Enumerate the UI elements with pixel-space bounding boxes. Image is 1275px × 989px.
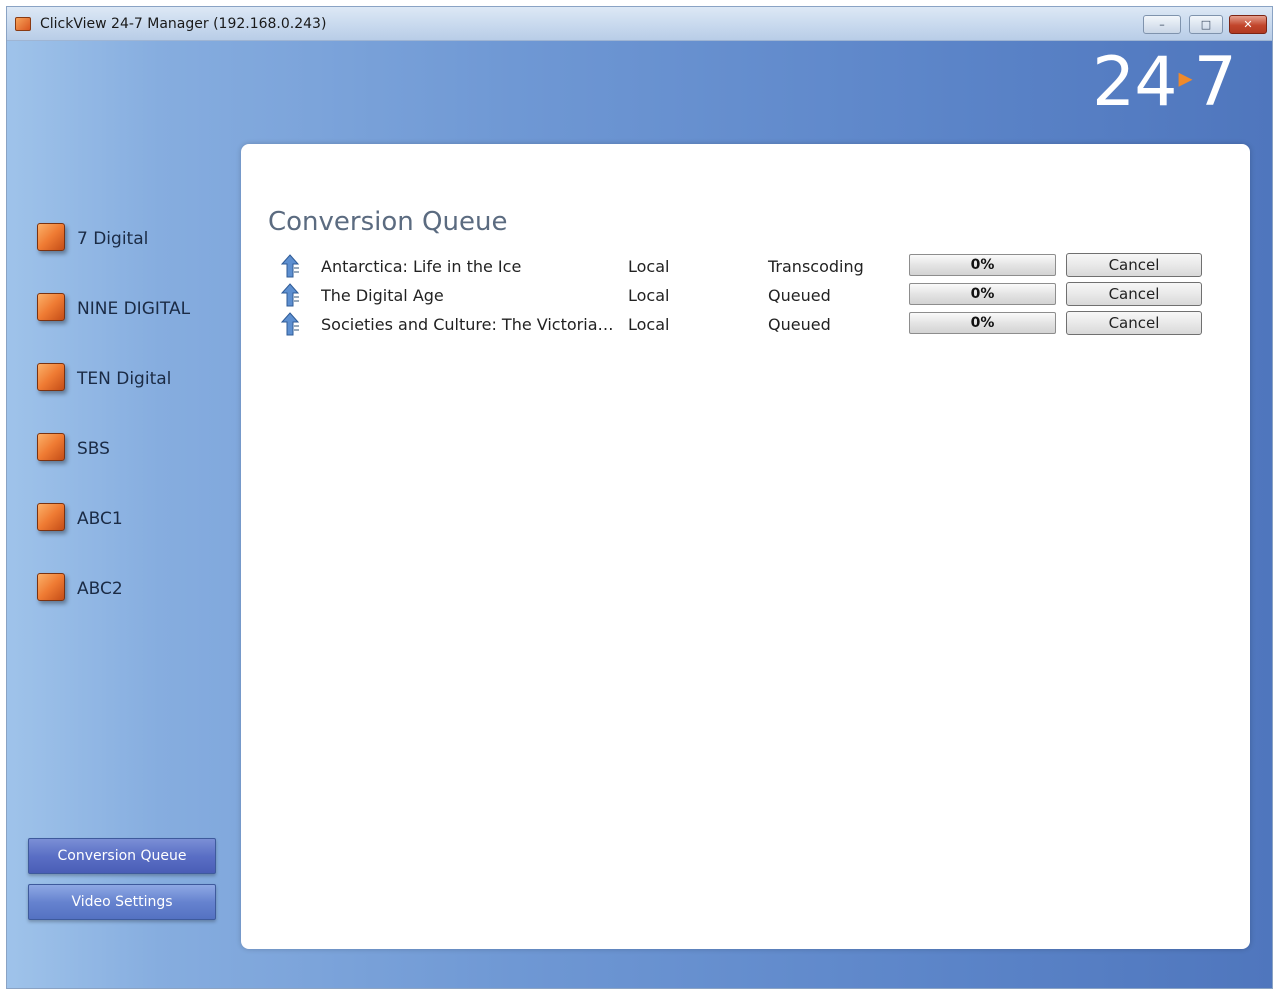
channel-icon	[37, 573, 65, 601]
conversion-queue-button[interactable]: Conversion Queue	[28, 838, 216, 874]
channel-item-7-digital[interactable]: 7 Digital	[37, 223, 227, 257]
item-location: Local	[628, 286, 670, 305]
item-location: Local	[628, 257, 670, 276]
video-settings-button[interactable]: Video Settings	[28, 884, 216, 920]
queue-row: Antarctica: Life in the Ice Local Transc…	[241, 253, 1250, 281]
channel-icon	[37, 363, 65, 391]
item-status: Queued	[768, 286, 831, 305]
brand-logo: 24▸7	[1092, 49, 1237, 117]
channel-icon	[37, 223, 65, 251]
channel-label: 7 Digital	[77, 229, 149, 249]
item-status: Transcoding	[768, 257, 864, 276]
app-window: ClickView 24-7 Manager (192.168.0.243) –…	[6, 6, 1273, 989]
cancel-button[interactable]: Cancel	[1066, 253, 1202, 277]
progress-label: 0%	[970, 286, 995, 302]
progress-bar: 0%	[909, 254, 1056, 276]
channel-item-abc2[interactable]: ABC2	[37, 573, 227, 607]
play-arrow-icon: ▸	[1178, 61, 1193, 95]
maximize-button[interactable]: □	[1189, 15, 1223, 34]
upload-arrow-icon	[280, 254, 300, 278]
item-status: Queued	[768, 315, 831, 334]
channel-item-nine-digital[interactable]: NINE DIGITAL	[37, 293, 227, 327]
upload-arrow-icon	[280, 312, 300, 336]
cancel-button[interactable]: Cancel	[1066, 282, 1202, 306]
item-title: Societies and Culture: The Victorian...	[321, 315, 616, 334]
channel-label: ABC2	[77, 579, 123, 599]
close-button[interactable]: ✕	[1229, 15, 1267, 34]
brand-logo-right: 7	[1193, 43, 1237, 122]
channel-icon	[37, 433, 65, 461]
channel-item-abc1[interactable]: ABC1	[37, 503, 227, 537]
progress-bar: 0%	[909, 283, 1056, 305]
cancel-button[interactable]: Cancel	[1066, 311, 1202, 335]
progress-label: 0%	[970, 257, 995, 273]
channel-label: SBS	[77, 439, 110, 459]
page-title: Conversion Queue	[268, 207, 508, 237]
item-title: The Digital Age	[321, 286, 444, 305]
title-bar[interactable]: ClickView 24-7 Manager (192.168.0.243) –…	[7, 7, 1272, 41]
channel-icon	[37, 503, 65, 531]
upload-arrow-icon	[280, 283, 300, 307]
main-panel: Conversion Queue Antarctica: Life in the…	[241, 144, 1250, 949]
channel-label: NINE DIGITAL	[77, 299, 191, 319]
channel-label: TEN Digital	[77, 369, 172, 389]
minimize-button[interactable]: –	[1143, 15, 1181, 34]
progress-label: 0%	[970, 315, 995, 331]
channel-icon	[37, 293, 65, 321]
channel-label: ABC1	[77, 509, 123, 529]
item-title: Antarctica: Life in the Ice	[321, 257, 522, 276]
queue-row: Societies and Culture: The Victorian... …	[241, 311, 1250, 339]
brand-logo-left: 24	[1092, 43, 1178, 122]
window-title: ClickView 24-7 Manager (192.168.0.243)	[40, 16, 327, 32]
queue-row: The Digital Age Local Queued 0% Cancel	[241, 282, 1250, 310]
channel-item-ten-digital[interactable]: TEN Digital	[37, 363, 227, 397]
item-location: Local	[628, 315, 670, 334]
channel-item-sbs[interactable]: SBS	[37, 433, 227, 467]
progress-bar: 0%	[909, 312, 1056, 334]
app-icon	[15, 17, 31, 31]
